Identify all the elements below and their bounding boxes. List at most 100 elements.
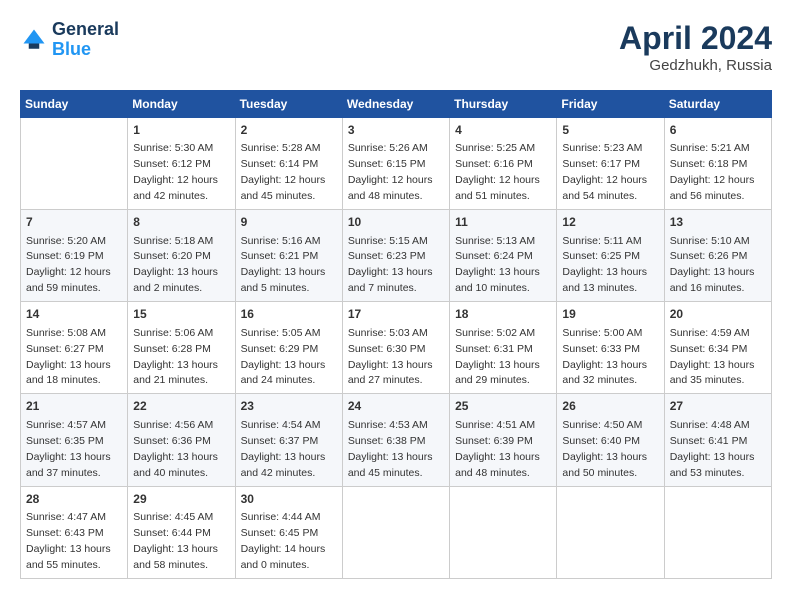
day-info: Sunrise: 5:03 AM Sunset: 6:30 PM Dayligh… — [348, 327, 433, 387]
day-info: Sunrise: 5:00 AM Sunset: 6:33 PM Dayligh… — [562, 327, 647, 387]
day-number: 3 — [348, 122, 444, 139]
calendar-cell: 12 Sunrise: 5:11 AM Sunset: 6:25 PM Dayli… — [557, 210, 664, 302]
day-info: Sunrise: 5:30 AM Sunset: 6:12 PM Dayligh… — [133, 142, 218, 202]
day-number: 27 — [670, 398, 766, 415]
day-number: 15 — [133, 306, 229, 323]
calendar-cell — [450, 486, 557, 578]
calendar-cell: 26 Sunrise: 4:50 AM Sunset: 6:40 PM Dayli… — [557, 394, 664, 486]
day-number: 29 — [133, 491, 229, 508]
location: Gedzhukh, Russia — [619, 57, 772, 74]
day-number: 13 — [670, 214, 766, 231]
day-info: Sunrise: 4:48 AM Sunset: 6:41 PM Dayligh… — [670, 419, 755, 479]
weekday-header: Friday — [557, 91, 664, 118]
day-info: Sunrise: 5:20 AM Sunset: 6:19 PM Dayligh… — [26, 235, 111, 295]
day-number: 11 — [455, 214, 551, 231]
day-info: Sunrise: 4:57 AM Sunset: 6:35 PM Dayligh… — [26, 419, 111, 479]
weekday-header: Sunday — [21, 91, 128, 118]
day-number: 23 — [241, 398, 337, 415]
calendar-week-row: 28 Sunrise: 4:47 AM Sunset: 6:43 PM Dayli… — [21, 486, 772, 578]
day-number: 5 — [562, 122, 658, 139]
weekday-header: Tuesday — [235, 91, 342, 118]
day-number: 8 — [133, 214, 229, 231]
day-number: 24 — [348, 398, 444, 415]
title-block: April 2024 Gedzhukh, Russia — [619, 20, 772, 74]
day-number: 26 — [562, 398, 658, 415]
day-number: 9 — [241, 214, 337, 231]
day-number: 21 — [26, 398, 122, 415]
day-info: Sunrise: 4:54 AM Sunset: 6:37 PM Dayligh… — [241, 419, 326, 479]
day-number: 6 — [670, 122, 766, 139]
day-info: Sunrise: 5:16 AM Sunset: 6:21 PM Dayligh… — [241, 235, 326, 295]
day-number: 20 — [670, 306, 766, 323]
weekday-header-row: SundayMondayTuesdayWednesdayThursdayFrid… — [21, 91, 772, 118]
day-number: 30 — [241, 491, 337, 508]
day-number: 28 — [26, 491, 122, 508]
calendar-cell — [342, 486, 449, 578]
calendar-cell: 8 Sunrise: 5:18 AM Sunset: 6:20 PM Daylig… — [128, 210, 235, 302]
day-info: Sunrise: 4:45 AM Sunset: 6:44 PM Dayligh… — [133, 511, 218, 571]
day-number: 18 — [455, 306, 551, 323]
weekday-header: Wednesday — [342, 91, 449, 118]
calendar-cell: 18 Sunrise: 5:02 AM Sunset: 6:31 PM Dayli… — [450, 302, 557, 394]
day-info: Sunrise: 5:06 AM Sunset: 6:28 PM Dayligh… — [133, 327, 218, 387]
calendar-cell: 2 Sunrise: 5:28 AM Sunset: 6:14 PM Daylig… — [235, 118, 342, 210]
logo-text: GeneralBlue — [52, 20, 119, 60]
month-title: April 2024 — [619, 20, 772, 57]
calendar-cell: 24 Sunrise: 4:53 AM Sunset: 6:38 PM Dayli… — [342, 394, 449, 486]
calendar-cell: 15 Sunrise: 5:06 AM Sunset: 6:28 PM Dayli… — [128, 302, 235, 394]
calendar-cell: 21 Sunrise: 4:57 AM Sunset: 6:35 PM Dayli… — [21, 394, 128, 486]
day-number: 1 — [133, 122, 229, 139]
day-info: Sunrise: 5:26 AM Sunset: 6:15 PM Dayligh… — [348, 142, 433, 202]
day-info: Sunrise: 5:13 AM Sunset: 6:24 PM Dayligh… — [455, 235, 540, 295]
day-number: 2 — [241, 122, 337, 139]
day-info: Sunrise: 4:51 AM Sunset: 6:39 PM Dayligh… — [455, 419, 540, 479]
day-info: Sunrise: 5:18 AM Sunset: 6:20 PM Dayligh… — [133, 235, 218, 295]
page-header: GeneralBlue April 2024 Gedzhukh, Russia — [20, 20, 772, 74]
day-info: Sunrise: 5:28 AM Sunset: 6:14 PM Dayligh… — [241, 142, 326, 202]
day-info: Sunrise: 5:11 AM Sunset: 6:25 PM Dayligh… — [562, 235, 647, 295]
calendar-cell: 23 Sunrise: 4:54 AM Sunset: 6:37 PM Dayli… — [235, 394, 342, 486]
calendar-cell: 28 Sunrise: 4:47 AM Sunset: 6:43 PM Dayli… — [21, 486, 128, 578]
calendar-week-row: 21 Sunrise: 4:57 AM Sunset: 6:35 PM Dayli… — [21, 394, 772, 486]
calendar-week-row: 14Sunrise: 5:08 AM Sunset: 6:27 PM Dayli… — [21, 302, 772, 394]
calendar-cell: 5 Sunrise: 5:23 AM Sunset: 6:17 PM Daylig… — [557, 118, 664, 210]
calendar-cell: 7Sunrise: 5:20 AM Sunset: 6:19 PM Daylig… — [21, 210, 128, 302]
calendar-week-row: 7Sunrise: 5:20 AM Sunset: 6:19 PM Daylig… — [21, 210, 772, 302]
calendar-cell: 4Sunrise: 5:25 AM Sunset: 6:16 PM Daylig… — [450, 118, 557, 210]
day-info: Sunrise: 5:10 AM Sunset: 6:26 PM Dayligh… — [670, 235, 755, 295]
calendar-cell — [21, 118, 128, 210]
day-info: Sunrise: 4:50 AM Sunset: 6:40 PM Dayligh… — [562, 419, 647, 479]
day-number: 12 — [562, 214, 658, 231]
logo: GeneralBlue — [20, 20, 119, 60]
calendar-cell: 6 Sunrise: 5:21 AM Sunset: 6:18 PM Daylig… — [664, 118, 771, 210]
calendar-cell: 20Sunrise: 4:59 AM Sunset: 6:34 PM Dayli… — [664, 302, 771, 394]
day-number: 17 — [348, 306, 444, 323]
calendar-cell: 27 Sunrise: 4:48 AM Sunset: 6:41 PM Dayli… — [664, 394, 771, 486]
day-number: 10 — [348, 214, 444, 231]
day-number: 25 — [455, 398, 551, 415]
logo-icon — [20, 26, 48, 54]
calendar-cell — [557, 486, 664, 578]
day-info: Sunrise: 4:44 AM Sunset: 6:45 PM Dayligh… — [241, 511, 326, 571]
calendar-cell: 9 Sunrise: 5:16 AM Sunset: 6:21 PM Daylig… — [235, 210, 342, 302]
calendar-cell — [664, 486, 771, 578]
calendar-cell: 14Sunrise: 5:08 AM Sunset: 6:27 PM Dayli… — [21, 302, 128, 394]
calendar-cell: 29 Sunrise: 4:45 AM Sunset: 6:44 PM Dayli… — [128, 486, 235, 578]
day-info: Sunrise: 4:47 AM Sunset: 6:43 PM Dayligh… — [26, 511, 111, 571]
calendar-cell: 13 Sunrise: 5:10 AM Sunset: 6:26 PM Dayli… — [664, 210, 771, 302]
day-info: Sunrise: 5:23 AM Sunset: 6:17 PM Dayligh… — [562, 142, 647, 202]
calendar-cell: 17 Sunrise: 5:03 AM Sunset: 6:30 PM Dayli… — [342, 302, 449, 394]
day-info: Sunrise: 5:02 AM Sunset: 6:31 PM Dayligh… — [455, 327, 540, 387]
calendar-cell: 22Sunrise: 4:56 AM Sunset: 6:36 PM Dayli… — [128, 394, 235, 486]
calendar-cell: 30 Sunrise: 4:44 AM Sunset: 6:45 PM Dayli… — [235, 486, 342, 578]
calendar-cell: 19 Sunrise: 5:00 AM Sunset: 6:33 PM Dayli… — [557, 302, 664, 394]
day-info: Sunrise: 4:53 AM Sunset: 6:38 PM Dayligh… — [348, 419, 433, 479]
calendar-cell: 3 Sunrise: 5:26 AM Sunset: 6:15 PM Daylig… — [342, 118, 449, 210]
day-info: Sunrise: 5:21 AM Sunset: 6:18 PM Dayligh… — [670, 142, 755, 202]
day-number: 19 — [562, 306, 658, 323]
day-number: 22 — [133, 398, 229, 415]
day-info: Sunrise: 5:08 AM Sunset: 6:27 PM Dayligh… — [26, 327, 111, 387]
weekday-header: Monday — [128, 91, 235, 118]
day-info: Sunrise: 5:15 AM Sunset: 6:23 PM Dayligh… — [348, 235, 433, 295]
calendar-cell: 16Sunrise: 5:05 AM Sunset: 6:29 PM Dayli… — [235, 302, 342, 394]
